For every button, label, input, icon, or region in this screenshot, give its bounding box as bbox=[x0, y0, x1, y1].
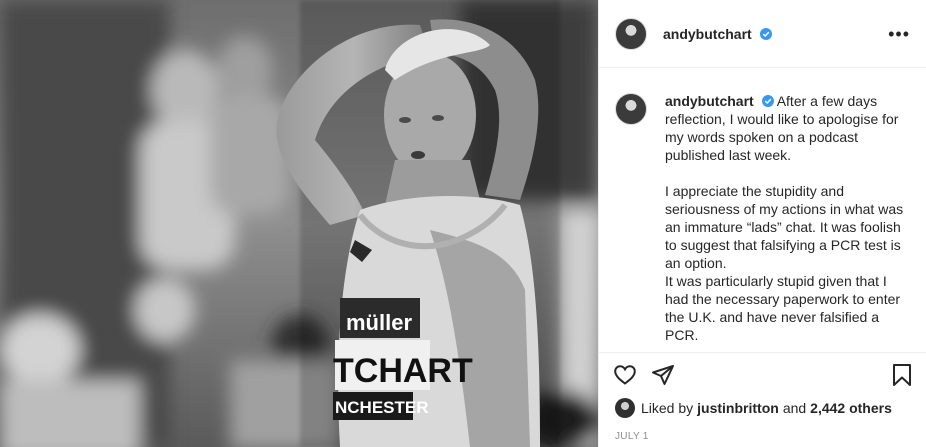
author-username-text[interactable]: andybutchart bbox=[663, 26, 752, 42]
liker-avatar[interactable] bbox=[615, 398, 635, 418]
verified-badge-icon bbox=[759, 27, 772, 40]
bib-name: TCHART bbox=[333, 352, 473, 390]
caption-username[interactable]: andybutchart bbox=[665, 93, 754, 109]
bookmark-icon bbox=[893, 363, 911, 386]
likes-and: and bbox=[782, 400, 807, 416]
likes-summary: Liked by justinbritton and 2,442 others bbox=[615, 398, 910, 418]
bib-sponsor: müller bbox=[346, 310, 412, 335]
caption-body: After a few days reflection, I would lik… bbox=[665, 93, 904, 343]
author-username[interactable]: andybutchart bbox=[663, 26, 772, 42]
action-bar bbox=[599, 352, 926, 396]
caption-text: andybutchart After a few days reflection… bbox=[665, 92, 910, 350]
save-button[interactable] bbox=[888, 361, 916, 389]
caption-area[interactable]: andybutchart After a few days reflection… bbox=[599, 68, 926, 350]
likes-count-link[interactable]: 2,442 others bbox=[810, 400, 892, 416]
verified-badge-icon bbox=[761, 95, 774, 107]
paper-plane-icon bbox=[652, 364, 674, 385]
caption-row: andybutchart After a few days reflection… bbox=[615, 92, 910, 350]
bib-city: NCHESTER bbox=[335, 398, 429, 417]
instagram-post: müller TCHART NCHESTER andybutchart ••• bbox=[0, 0, 926, 447]
athlete-photo: müller TCHART NCHESTER bbox=[0, 0, 598, 447]
likes-prefix: Liked by bbox=[641, 400, 694, 416]
author-avatar[interactable] bbox=[615, 17, 647, 50]
heart-outline-icon bbox=[614, 364, 636, 385]
post-photo[interactable]: müller TCHART NCHESTER bbox=[0, 0, 598, 447]
caption-author-avatar[interactable] bbox=[615, 93, 647, 125]
more-options-icon[interactable]: ••• bbox=[888, 25, 910, 43]
share-button[interactable] bbox=[649, 361, 677, 389]
liker-username[interactable]: justinbritton bbox=[697, 400, 779, 416]
post-header: andybutchart ••• bbox=[599, 0, 926, 68]
post-date[interactable]: JULY 1 bbox=[615, 431, 649, 442]
post-sidebar: andybutchart ••• andybutchart After a fe… bbox=[598, 0, 926, 447]
like-button[interactable] bbox=[611, 361, 639, 389]
